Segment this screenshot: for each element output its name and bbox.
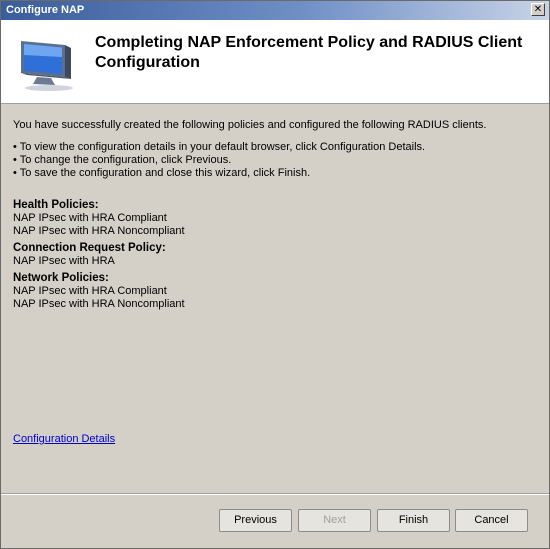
- instruction-item: • To change the configuration, click Pre…: [13, 154, 232, 166]
- previous-button[interactable]: Previous: [219, 509, 292, 532]
- configuration-details-link[interactable]: Configuration Details: [13, 433, 115, 445]
- network-policies-section: Network Policies: NAP IPsec with HRA Com…: [13, 272, 537, 311]
- monitor-icon: [21, 41, 73, 91]
- intro-text: You have successfully created the follow…: [13, 119, 487, 131]
- policy-item: NAP IPsec with HRA Compliant: [13, 285, 167, 297]
- cancel-button[interactable]: Cancel: [455, 509, 528, 532]
- next-button[interactable]: Next: [298, 509, 371, 532]
- instruction-item: • To view the configuration details in y…: [13, 141, 426, 153]
- window-title: Configure NAP: [6, 4, 85, 16]
- wizard-page-title: Completing NAP Enforcement Policy and RA…: [95, 34, 523, 71]
- health-policies-section: Health Policies: NAP IPsec with HRA Comp…: [13, 199, 537, 238]
- configure-nap-window: Configure NAP ✕ Completing NAP Enforceme…: [0, 0, 550, 549]
- policy-item: NAP IPsec with HRA Noncompliant: [13, 225, 185, 237]
- title-bar: Configure NAP ✕: [1, 1, 549, 20]
- section-heading: Health Policies:: [13, 199, 99, 211]
- section-heading: Network Policies:: [13, 272, 109, 284]
- footer-divider: [1, 493, 549, 495]
- policy-item: NAP IPsec with HRA: [13, 255, 115, 267]
- finish-button[interactable]: Finish: [377, 509, 450, 532]
- instruction-item: • To save the configuration and close th…: [13, 167, 311, 179]
- wizard-header: Completing NAP Enforcement Policy and RA…: [1, 20, 549, 104]
- close-button[interactable]: ✕: [531, 3, 545, 16]
- connection-request-policy-section: Connection Request Policy: NAP IPsec wit…: [13, 242, 537, 268]
- policy-item: NAP IPsec with HRA Compliant: [13, 212, 167, 224]
- policy-summary: Health Policies: NAP IPsec with HRA Comp…: [13, 199, 537, 311]
- policy-item: NAP IPsec with HRA Noncompliant: [13, 298, 185, 310]
- content-area: You have successfully created the follow…: [13, 119, 537, 315]
- section-heading: Connection Request Policy:: [13, 242, 166, 254]
- instruction-list: • To view the configuration details in y…: [13, 141, 537, 180]
